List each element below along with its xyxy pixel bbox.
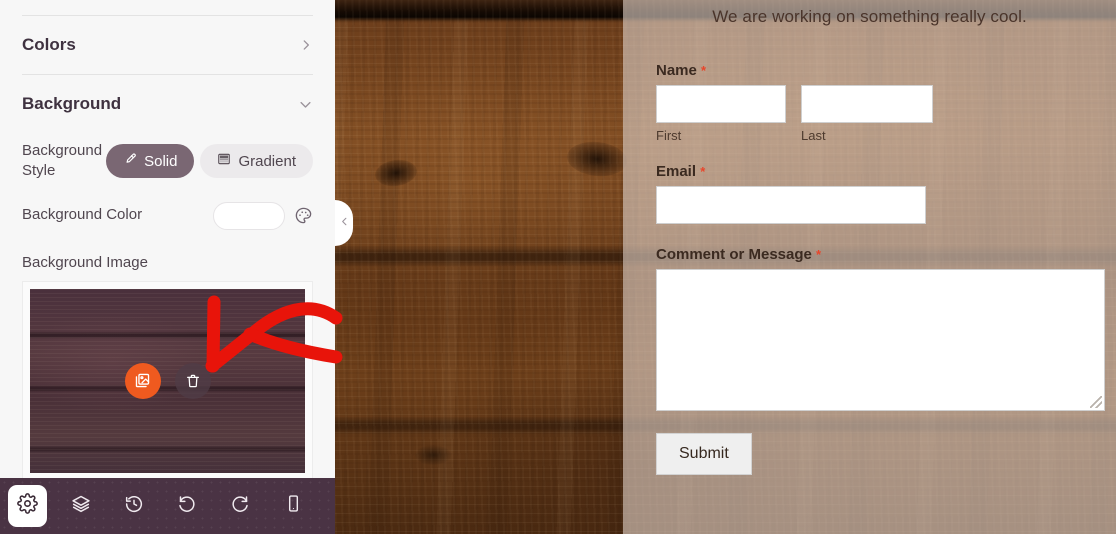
email-input[interactable]: [656, 186, 926, 224]
layers-icon: [71, 494, 91, 519]
required-asterisk: *: [700, 164, 706, 179]
settings-sidebar: Colors Background Background Style Solid…: [0, 0, 335, 534]
last-name-group: Last: [801, 85, 933, 143]
textarea-resize-handle[interactable]: [1090, 396, 1102, 408]
comment-label-text: Comment or Message: [656, 246, 812, 263]
background-style-gradient-button[interactable]: Gradient: [200, 144, 313, 179]
builder-bottom-toolbar: [0, 478, 335, 534]
undo-icon: [177, 494, 197, 519]
first-name-sublabel: First: [656, 128, 682, 143]
last-name-input[interactable]: [801, 85, 933, 123]
wood-knot: [373, 157, 419, 189]
background-section-title: Background: [22, 94, 122, 113]
background-style-gradient-label: Gradient: [238, 152, 296, 170]
wood-knot: [415, 445, 451, 465]
image-swap-icon: [134, 372, 151, 389]
background-color-label: Background Color: [22, 206, 143, 224]
eyedropper-icon: [123, 152, 137, 170]
background-style-solid-label: Solid: [144, 152, 178, 170]
background-image-thumbnail[interactable]: [22, 280, 313, 478]
colors-section-title: Colors: [22, 35, 76, 54]
chevron-down-icon: [298, 97, 313, 112]
name-inputs-row: First Last: [656, 85, 1106, 143]
replace-background-image-button[interactable]: [124, 362, 161, 399]
wood-knot: [565, 138, 629, 180]
required-asterisk: *: [816, 247, 822, 262]
gear-icon: [17, 493, 38, 519]
history-clock-icon: [124, 494, 144, 519]
email-field-label: Email *: [656, 163, 1106, 180]
sidebar-section-background[interactable]: Background: [0, 75, 335, 133]
gradient-grid-icon: [217, 152, 231, 170]
mobile-device-icon: [284, 494, 303, 518]
background-image-label: Background Image: [22, 253, 148, 271]
toolbar-button-settings[interactable]: [8, 485, 48, 527]
redo-icon: [230, 494, 250, 519]
chevron-left-icon: [339, 214, 350, 232]
sidebar-section-colors[interactable]: Colors: [0, 16, 335, 74]
page-title: We are working on something really cool.: [712, 7, 1027, 26]
last-name-sublabel: Last: [801, 128, 826, 143]
background-color-swatch[interactable]: [213, 201, 285, 230]
form-builder-screen: We are working on something really cool.…: [0, 0, 1116, 534]
sidebar-scroll-area: Colors Background Background Style Solid…: [0, 0, 335, 478]
background-image-actions: [30, 362, 305, 399]
first-name-input[interactable]: [656, 85, 786, 123]
background-style-row: Background Style Solid Gradient: [0, 141, 335, 182]
submit-button[interactable]: Submit: [656, 433, 752, 475]
toolbar-button-mobile-preview[interactable]: [274, 485, 313, 527]
background-style-solid-button[interactable]: Solid: [106, 144, 195, 179]
palette-icon[interactable]: [294, 206, 313, 225]
background-style-toggle-group: Solid Gradient: [106, 144, 313, 179]
email-label-text: Email: [656, 163, 697, 180]
background-color-control: [213, 201, 313, 230]
name-field-label: Name *: [656, 62, 1106, 79]
required-asterisk: *: [701, 63, 707, 78]
comment-field-label: Comment or Message *: [656, 246, 1106, 263]
comment-textarea[interactable]: [656, 269, 1105, 411]
toolbar-button-redo[interactable]: [221, 485, 260, 527]
form-fields: Name * First Last Email * Comment or Mes…: [656, 62, 1106, 475]
background-image-preview: [30, 288, 305, 473]
chevron-right-icon: [299, 38, 313, 52]
delete-background-image-button[interactable]: [174, 362, 211, 399]
background-style-label: Background Style: [22, 142, 103, 180]
name-label-text: Name: [656, 62, 697, 79]
first-name-group: First: [656, 85, 786, 143]
toolbar-button-undo[interactable]: [168, 485, 207, 527]
background-color-row: Background Color: [0, 201, 335, 230]
trash-icon: [185, 373, 201, 389]
toolbar-button-layers[interactable]: [61, 485, 100, 527]
toolbar-button-revisions[interactable]: [114, 485, 153, 527]
form-preview-panel: We are working on something really cool.…: [623, 0, 1116, 534]
